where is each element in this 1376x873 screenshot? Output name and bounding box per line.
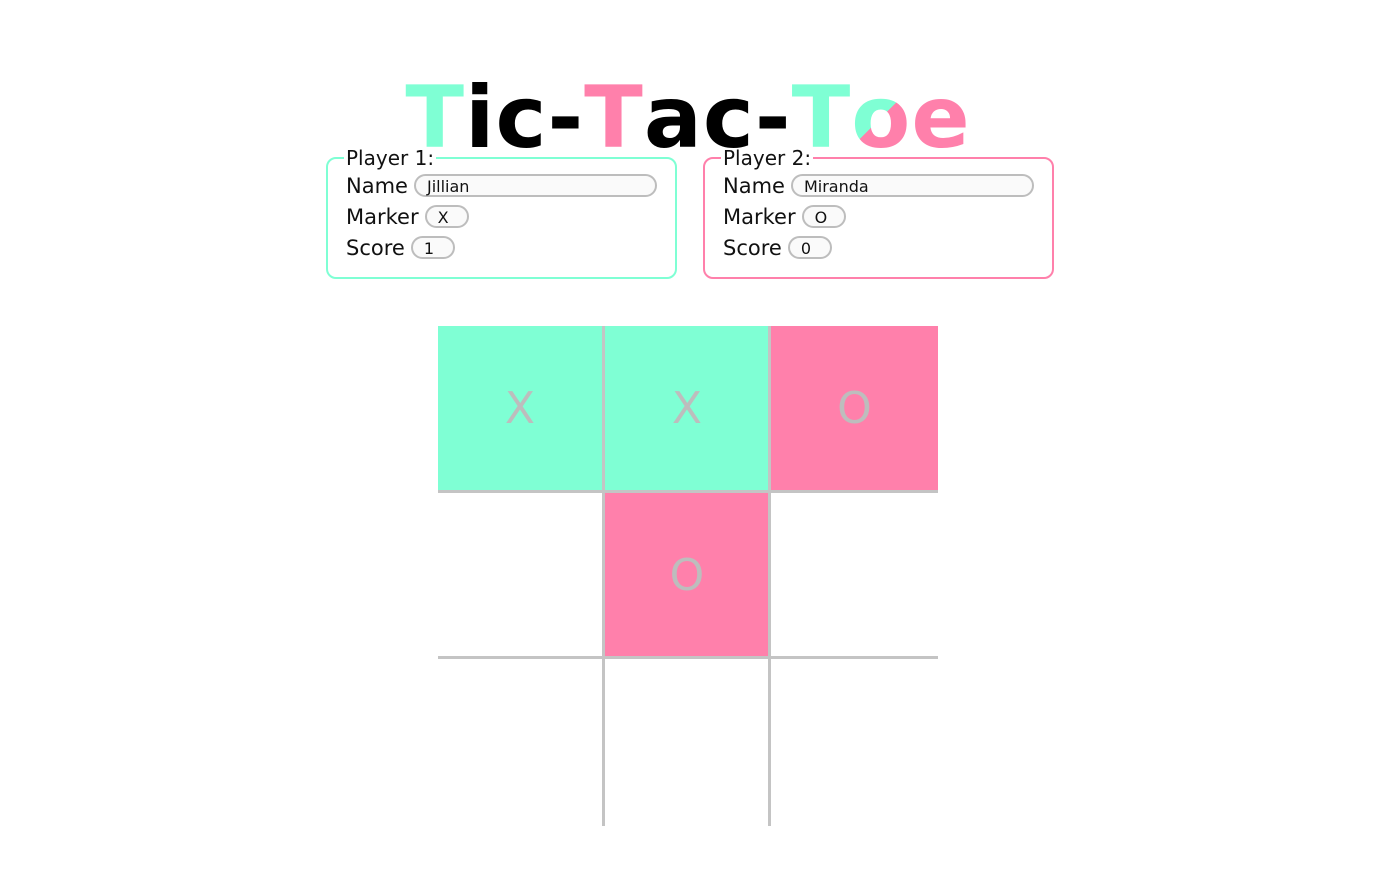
board-cell-5[interactable]: O bbox=[605, 493, 769, 657]
board-cell-4[interactable] bbox=[438, 493, 602, 657]
player-2-marker-row: Marker O bbox=[723, 201, 1034, 232]
marker-label: Marker bbox=[723, 204, 796, 229]
board-cell-6[interactable] bbox=[771, 493, 938, 657]
player-1-name-row: Name Jillian bbox=[346, 170, 657, 201]
game-board: X X O O bbox=[438, 326, 938, 826]
score-label: Score bbox=[723, 235, 782, 260]
player-2-score-row: Score 0 bbox=[723, 232, 1034, 263]
grid-line-horizontal-2 bbox=[438, 656, 938, 659]
player-2-name-row: Name Miranda bbox=[723, 170, 1034, 201]
player-2-legend: Player 2: bbox=[723, 146, 812, 170]
score-label: Score bbox=[346, 235, 405, 260]
board-cell-1[interactable]: X bbox=[438, 326, 602, 490]
player-1-legend: Player 1: bbox=[346, 146, 435, 170]
board-cell-9[interactable] bbox=[771, 659, 938, 823]
player-1-panel: Player 1: Name Jillian Marker X Score 1 bbox=[326, 146, 677, 279]
player-1-score-field[interactable]: 1 bbox=[410, 236, 455, 259]
grid-line-vertical-1 bbox=[602, 326, 605, 826]
player-1-marker-field[interactable]: X bbox=[424, 205, 469, 228]
board-cell-2[interactable]: X bbox=[605, 326, 769, 490]
name-label: Name bbox=[723, 173, 785, 198]
player-1-name-field[interactable]: Jillian bbox=[413, 174, 657, 197]
name-label: Name bbox=[346, 173, 408, 198]
grid-line-horizontal-1 bbox=[438, 490, 938, 493]
board-cell-7[interactable] bbox=[438, 659, 602, 823]
player-1-score-row: Score 1 bbox=[346, 232, 657, 263]
game-title: Tic-Tac-Toe bbox=[0, 68, 1376, 168]
player-2-panel: Player 2: Name Miranda Marker O Score 0 bbox=[703, 146, 1054, 279]
player-2-marker-field[interactable]: O bbox=[801, 205, 846, 228]
board-cell-8[interactable] bbox=[605, 659, 769, 823]
player-1-marker-row: Marker X bbox=[346, 201, 657, 232]
board-cell-3[interactable]: O bbox=[771, 326, 938, 490]
marker-label: Marker bbox=[346, 204, 419, 229]
grid-line-vertical-2 bbox=[768, 326, 771, 826]
player-2-name-field[interactable]: Miranda bbox=[790, 174, 1034, 197]
player-2-score-field[interactable]: 0 bbox=[787, 236, 832, 259]
